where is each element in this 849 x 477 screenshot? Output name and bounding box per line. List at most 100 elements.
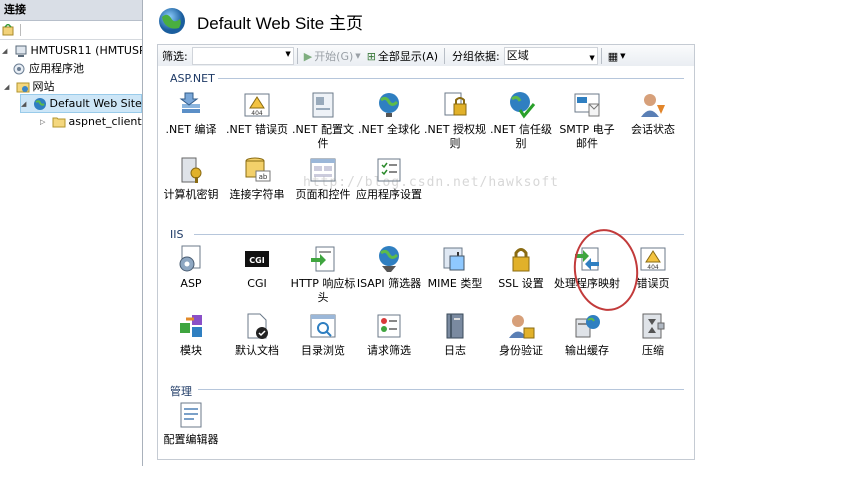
feature-tile[interactable]: 目录浏览 [290, 311, 356, 358]
feature-tile-label: SSL 设置 [498, 277, 544, 290]
feature-tile[interactable]: .NET 授权规则 [422, 90, 488, 151]
http-headers-icon [308, 244, 338, 274]
dotnet-globalization-icon [374, 90, 404, 120]
cgi-icon: CGI [242, 244, 272, 274]
dropdown-arrow-icon: ▼ [620, 52, 626, 60]
connections-title: 连接 [0, 0, 142, 21]
mime-icon [440, 244, 470, 274]
feature-tile[interactable]: .NET 信任级别 [488, 90, 554, 151]
authentication-icon [506, 311, 536, 341]
feature-tile-label: .NET 配置文件 [292, 123, 354, 150]
feature-tile[interactable]: ISAPI 筛选器 [356, 244, 422, 291]
feature-tile[interactable]: SSL 设置 [488, 244, 554, 291]
feature-tile-label: .NET 编译 [165, 123, 217, 136]
svg-text:ab: ab [259, 173, 268, 181]
feature-tile-label: 会话状态 [631, 123, 675, 136]
feature-tile[interactable]: 日志 [422, 311, 488, 358]
feature-tile[interactable]: 计算机密钥 [158, 155, 224, 202]
sites-folder-icon [16, 80, 30, 94]
filter-label: 筛选: [162, 50, 188, 63]
connections-panel: 连接 ◢ HMTUSR11 (HMTUSR11 应用程序池 ◢ 网站 ◢ Def… [0, 0, 143, 466]
tree-item-label: Default Web Site [49, 97, 142, 110]
feature-tile-label: 请求筛选 [367, 344, 411, 357]
feature-tile[interactable]: 404 .NET 错误页 [224, 90, 290, 137]
feature-tile[interactable]: ASP [158, 244, 224, 291]
feature-tile[interactable]: ab 连接字符串 [224, 155, 290, 202]
feature-tile-label: 计算机密钥 [163, 188, 219, 201]
feature-tile[interactable]: MIME 类型 [422, 244, 488, 291]
section-title-iis: IIS [170, 228, 184, 241]
globe-icon [157, 6, 187, 36]
feature-tile-label: ASP [180, 277, 202, 290]
feature-tile-label: .NET 授权规则 [424, 123, 486, 150]
start-button[interactable]: ▶ 开始(G) ▼ [301, 48, 364, 64]
tree-item-default-web-site[interactable]: ◢ Default Web Site [20, 94, 142, 113]
features-content: ASP.NET IIS 管理 .NET 编译 404 .NET 错误页 .NET 配置… [157, 66, 695, 460]
feature-tile[interactable]: .NET 全球化 [356, 90, 422, 137]
section-title-management: 管理 [170, 385, 192, 398]
feature-tile-label: 输出缓存 [565, 344, 609, 357]
view-options-button[interactable]: ▦ ▼ [605, 50, 629, 63]
feature-tile[interactable]: 默认文档 [224, 311, 290, 358]
feature-tile-label: 应用程序设置 [356, 188, 422, 201]
feature-tile[interactable]: .NET 配置文件 [290, 90, 356, 151]
tree-item-label: aspnet_client [68, 115, 142, 128]
show-all-button[interactable]: ⊞ 全部显示(A) [364, 48, 441, 64]
feature-tile-label: 模块 [180, 344, 202, 357]
tree-item-app-pools[interactable]: 应用程序池 [12, 60, 84, 77]
collapse-arrow-icon[interactable]: ◢ [2, 43, 10, 60]
dotnet-profile-icon [308, 90, 338, 120]
tree-item-aspnet-client[interactable]: ▷ aspnet_client [40, 113, 142, 130]
section-divider [198, 389, 684, 390]
start-label: 开始(G) [314, 50, 354, 63]
expand-arrow-icon[interactable]: ▷ [40, 114, 48, 131]
feature-tile-label: .NET 全球化 [358, 123, 420, 136]
feature-tile-label: MIME 类型 [427, 277, 483, 290]
dotnet-compilation-icon [176, 90, 206, 120]
dotnet-error-pages-icon: 404 [242, 90, 272, 120]
feature-tile[interactable]: 输出缓存 [554, 311, 620, 358]
tree-item-label: 应用程序池 [29, 62, 84, 75]
feature-tile-label: CGI [247, 277, 267, 290]
filter-bar: 筛选: ▼ ▶ 开始(G) ▼ ⊞ 全部显示(A) 分组依据: 区域 ▼ ▦ ▼ [157, 44, 695, 68]
default-document-icon [242, 311, 272, 341]
request-filtering-icon [374, 311, 404, 341]
group-by-value: 区域 [506, 49, 529, 62]
feature-tile[interactable]: .NET 编译 [158, 90, 224, 137]
collapse-arrow-icon[interactable]: ◢ [21, 96, 29, 113]
feature-tile-label: ISAPI 筛选器 [356, 277, 422, 290]
group-by-label: 分组依据: [452, 50, 500, 63]
feature-tile[interactable]: 压缩 [620, 311, 686, 358]
features-view: Default Web Site 主页 筛选: ▼ ▶ 开始(G) ▼ ⊞ 全部显示(… [143, 0, 849, 477]
tree-item-sites[interactable]: ◢ 网站 [4, 78, 55, 95]
tree-item-server[interactable]: ◢ HMTUSR11 (HMTUSR11 [2, 42, 142, 60]
feature-tile[interactable]: HTTP 响应标头 [290, 244, 356, 305]
group-by-select[interactable]: 区域 ▼ [503, 47, 598, 65]
feature-tile[interactable]: CGI CGI [224, 244, 290, 291]
feature-tile-label: 默认文档 [235, 344, 279, 357]
feature-tile[interactable]: 请求筛选 [356, 311, 422, 358]
session-state-icon [638, 90, 668, 120]
feature-tile-label: 目录浏览 [301, 344, 345, 357]
feature-tile[interactable]: SMTP 电子邮件 [554, 90, 620, 151]
machine-key-icon [176, 155, 206, 185]
collapse-arrow-icon[interactable]: ◢ [4, 79, 12, 96]
page-title: Default Web Site 主页 [197, 13, 363, 33]
feature-tile[interactable]: 会话状态 [620, 90, 686, 137]
feature-tile[interactable]: 身份验证 [488, 311, 554, 358]
folder-icon [52, 115, 66, 129]
config-editor-icon [176, 400, 206, 430]
feature-tile-label: 身份验证 [499, 344, 543, 357]
section-title-aspnet: ASP.NET [170, 72, 215, 85]
filter-input[interactable]: ▼ [191, 47, 294, 65]
dropdown-arrow-icon: ▼ [589, 54, 595, 62]
svg-text:CGI: CGI [249, 256, 264, 265]
feature-tile[interactable]: 配置编辑器 [158, 400, 224, 447]
modules-icon [176, 311, 206, 341]
connection-strings-icon: ab [242, 155, 272, 185]
toolbar-separator [20, 24, 21, 36]
create-connection-icon[interactable] [2, 22, 14, 36]
feature-tile[interactable]: 模块 [158, 311, 224, 358]
dotnet-authorization-icon [440, 90, 470, 120]
play-icon: ▶ [303, 49, 313, 63]
